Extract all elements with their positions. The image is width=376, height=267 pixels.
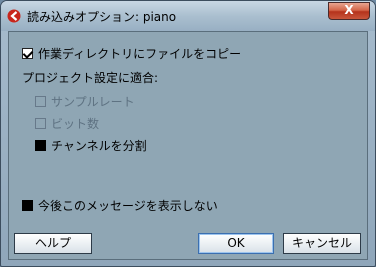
- sample-rate-label: サンプルレート: [51, 95, 135, 109]
- checkbox-filled-icon[interactable]: [35, 140, 46, 151]
- bit-depth-label: ビット数: [51, 117, 100, 131]
- dont-show-again-checkbox[interactable]: 今後このメッセージを表示しない: [22, 198, 218, 214]
- split-channels-checkbox[interactable]: チャンネルを分割: [35, 138, 147, 154]
- checkbox-filled-icon[interactable]: [22, 200, 33, 211]
- cancel-button[interactable]: キャンセル: [283, 233, 361, 254]
- checkbox-unchecked-icon[interactable]: [35, 118, 46, 129]
- dont-show-again-label: 今後このメッセージを表示しない: [38, 199, 218, 213]
- title-bar[interactable]: 読み込みオプション: piano X: [1, 1, 375, 31]
- close-button[interactable]: X: [328, 2, 370, 20]
- help-button[interactable]: ヘルプ: [14, 233, 92, 254]
- dialog-content: 作業ディレクトリにファイルをコピー プロジェクト設定に適合: サンプルレート ビ…: [8, 31, 368, 260]
- ok-button[interactable]: OK: [198, 233, 274, 254]
- adapt-to-project-heading: プロジェクト設定に適合:: [22, 71, 159, 85]
- sample-rate-checkbox[interactable]: サンプルレート: [35, 94, 135, 110]
- import-options-dialog: 読み込みオプション: piano X 作業ディレクトリにファイルをコピー プロジ…: [0, 0, 376, 267]
- copy-to-workdir-label: 作業ディレクトリにファイルをコピー: [38, 47, 242, 61]
- checkbox-unchecked-icon[interactable]: [35, 96, 46, 107]
- split-channels-label: チャンネルを分割: [51, 139, 147, 153]
- copy-to-workdir-checkbox[interactable]: 作業ディレクトリにファイルをコピー: [22, 46, 241, 62]
- checkbox-checked-icon[interactable]: [22, 48, 33, 59]
- cubase-logo-icon: [7, 9, 21, 23]
- window-title: 読み込みオプション: piano: [27, 10, 177, 24]
- bit-depth-checkbox[interactable]: ビット数: [35, 116, 99, 132]
